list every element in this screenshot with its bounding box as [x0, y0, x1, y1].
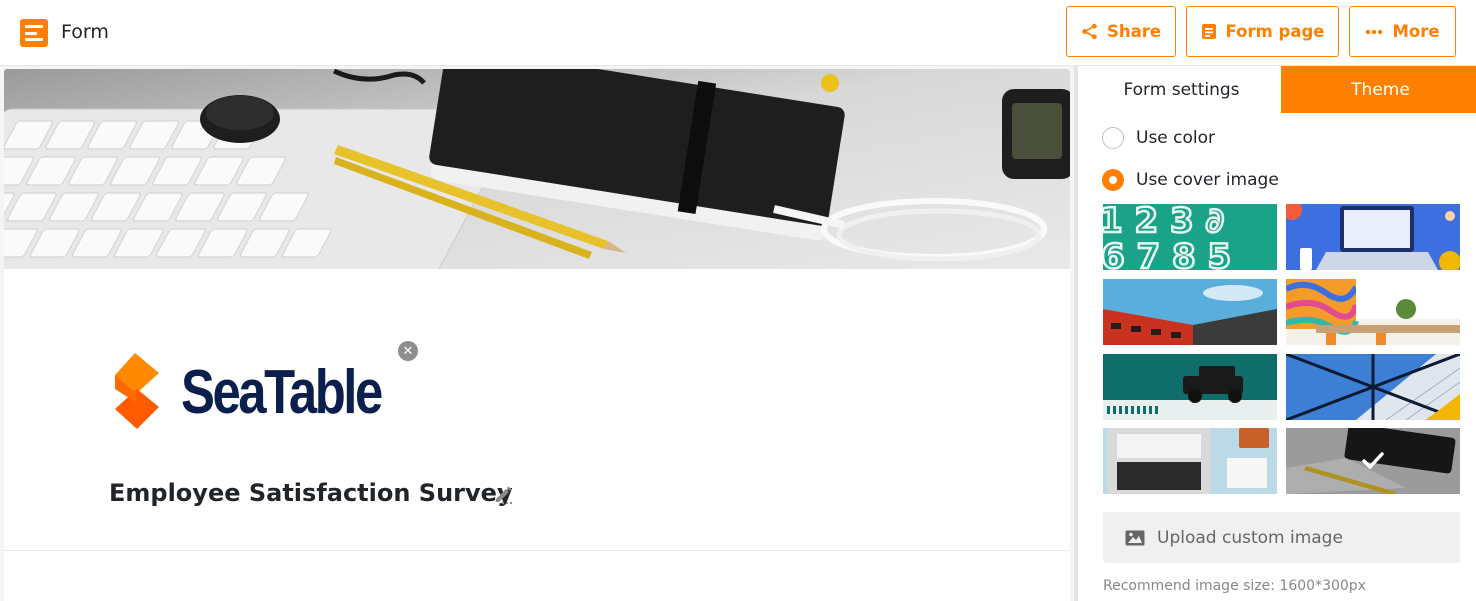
tab-form-settings[interactable]: Form settings	[1082, 66, 1281, 113]
form-card: SeaTable ✕ Employee Satisfaction Survey	[4, 69, 1070, 601]
form-page-button[interactable]: Form page	[1186, 6, 1339, 57]
selected-check-icon	[1286, 428, 1460, 494]
edit-title-icon[interactable]	[491, 482, 515, 506]
top-header: Form Share Form page More	[0, 0, 1476, 66]
form-page-label: Form page	[1225, 22, 1325, 41]
use-color-radio[interactable]	[1102, 127, 1124, 149]
form-logo: SeaTable ✕	[109, 341, 418, 437]
tab-theme[interactable]: Theme	[1281, 66, 1476, 113]
use-cover-image-radio[interactable]	[1102, 169, 1124, 191]
form-page-icon	[1201, 24, 1216, 39]
remove-logo-icon[interactable]: ✕	[398, 341, 418, 361]
cover-thumb-desk-notebook[interactable]	[1286, 428, 1460, 494]
more-label: More	[1392, 22, 1440, 41]
cover-thumb-laptop-illustration[interactable]	[1286, 204, 1460, 270]
seatable-logo-text: SeaTable	[181, 358, 383, 427]
section-divider	[4, 550, 1070, 551]
image-size-hint: Recommend image size: 1600*300px	[1103, 578, 1366, 594]
cover-thumb-office-colorful[interactable]	[1286, 279, 1460, 345]
seatable-logo-mark	[115, 353, 159, 429]
use-cover-image-option[interactable]: Use cover image	[1102, 168, 1279, 192]
upload-label: Upload custom image	[1157, 527, 1343, 548]
app-title: Form	[61, 21, 109, 43]
cover-thumb-laptop-desk[interactable]	[1103, 428, 1277, 494]
cover-thumb-skyscraper[interactable]	[1286, 354, 1460, 420]
more-button[interactable]: More	[1349, 6, 1456, 57]
panel-tabs: Form settings Theme	[1082, 66, 1476, 113]
image-icon	[1125, 530, 1145, 545]
cover-thumb-red-building[interactable]	[1103, 279, 1277, 345]
cover-thumb-vintage-car[interactable]	[1103, 354, 1277, 420]
settings-panel: Form settings Theme Use color Use cover …	[1074, 66, 1476, 601]
share-button[interactable]: Share	[1066, 6, 1176, 57]
use-cover-image-label: Use cover image	[1136, 170, 1279, 190]
form-app-icon	[20, 19, 48, 47]
more-icon	[1366, 29, 1383, 34]
use-color-label: Use color	[1136, 128, 1216, 148]
cover-thumb-numbers[interactable]: 1 2 3 ∂ 6 7 8 5	[1103, 204, 1277, 270]
form-title: Employee Satisfaction Survey	[109, 479, 513, 507]
svg-text:6 7 8 5: 6 7 8 5	[1103, 237, 1231, 270]
share-label: Share	[1106, 22, 1162, 41]
cover-image[interactable]	[4, 69, 1070, 269]
use-color-option[interactable]: Use color	[1102, 126, 1215, 150]
upload-custom-image-button[interactable]: Upload custom image	[1103, 512, 1460, 563]
form-preview: SeaTable ✕ Employee Satisfaction Survey	[0, 66, 1074, 601]
svg-text:1 2 3 ∂: 1 2 3 ∂	[1103, 204, 1224, 241]
share-icon	[1082, 23, 1097, 40]
